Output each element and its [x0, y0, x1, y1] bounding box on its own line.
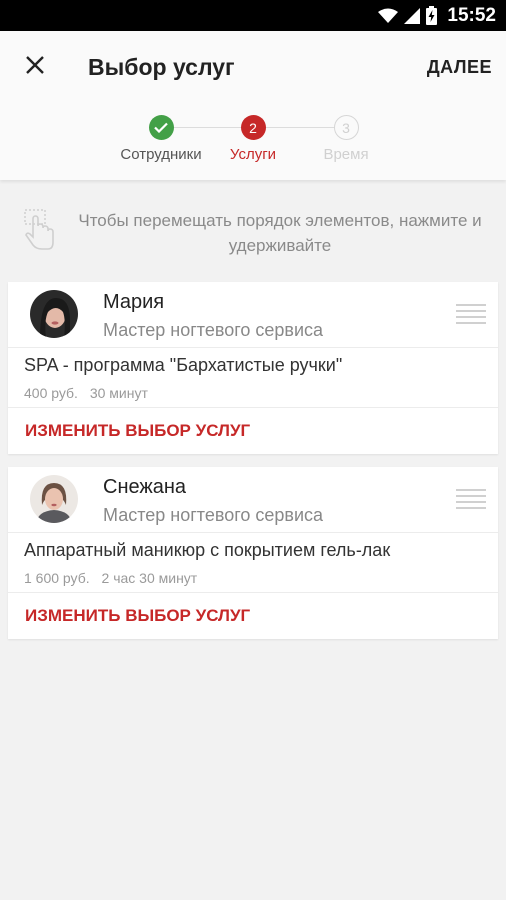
- booking-card: Мария Мастер ногтевого сервиса SPA - про…: [8, 282, 498, 454]
- service-name: SPA - программа "Бархатистые ручки": [24, 355, 343, 375]
- hint-text: Чтобы перемещать порядок элементов, нажм…: [78, 211, 482, 255]
- status-bar: 15:52: [0, 0, 506, 31]
- service-meta: 400 руб. 30 минут: [24, 385, 148, 401]
- service-duration: 30 минут: [89, 385, 148, 401]
- service-name: Аппаратный маникюр с покрытием гель-лак: [24, 540, 391, 560]
- booking-stepper: Сотрудники 2 Услуги 3 Время: [0, 103, 506, 180]
- reorder-hint: Чтобы перемещать порядок элементов, нажм…: [0, 195, 506, 271]
- service-duration: 2 час 30 минут: [101, 570, 198, 586]
- close-button[interactable]: [0, 31, 70, 103]
- avatar: [30, 290, 78, 338]
- service-meta: 1 600 руб. 2 час 30 минут: [24, 570, 197, 586]
- service-price: 400 руб.: [24, 385, 78, 401]
- drag-handle-icon[interactable]: [456, 304, 486, 328]
- step-number: 3: [333, 115, 359, 140]
- employee-role: Мастер ногтевого сервиса: [103, 505, 324, 525]
- step-time[interactable]: 3 Время: [291, 115, 401, 163]
- booking-card: Снежана Мастер ногтевого сервиса Аппарат…: [8, 467, 498, 639]
- signal-icon: [404, 7, 421, 24]
- avatar: [30, 475, 78, 523]
- wifi-icon: [378, 8, 399, 24]
- service-item: SPA - программа "Бархатистые ручки" 400 …: [8, 348, 498, 408]
- clock: 15:52: [447, 4, 496, 26]
- employee-header: Снежана Мастер ногтевого сервиса: [8, 467, 498, 533]
- employee-name: Мария: [103, 291, 165, 313]
- battery-charging-icon: [426, 6, 438, 25]
- service-price: 1 600 руб.: [24, 570, 90, 586]
- change-services-button[interactable]: ИЗМЕНИТЬ ВЫБОР УСЛУГ: [8, 408, 498, 454]
- drag-handle-icon[interactable]: [456, 489, 486, 513]
- step-label: Сотрудники: [120, 146, 202, 163]
- check-icon: [148, 115, 174, 140]
- close-icon: [25, 55, 45, 80]
- change-services-button[interactable]: ИЗМЕНИТЬ ВЫБОР УСЛУГ: [8, 593, 498, 639]
- employee-name: Снежана: [103, 476, 187, 498]
- employee-role: Мастер ногтевого сервиса: [103, 320, 324, 340]
- touch-hold-icon: [22, 207, 56, 256]
- service-item: Аппаратный маникюр с покрытием гель-лак …: [8, 533, 498, 593]
- page-title: Выбор услуг: [88, 53, 235, 80]
- step-label: Услуги: [229, 146, 277, 163]
- step-label: Время: [323, 146, 369, 163]
- app-bar: Выбор услуг ДАЛЕЕ: [0, 31, 506, 103]
- employee-header: Мария Мастер ногтевого сервиса: [8, 282, 498, 348]
- next-button[interactable]: ДАЛЕЕ: [413, 31, 506, 103]
- step-number: 2: [240, 115, 266, 140]
